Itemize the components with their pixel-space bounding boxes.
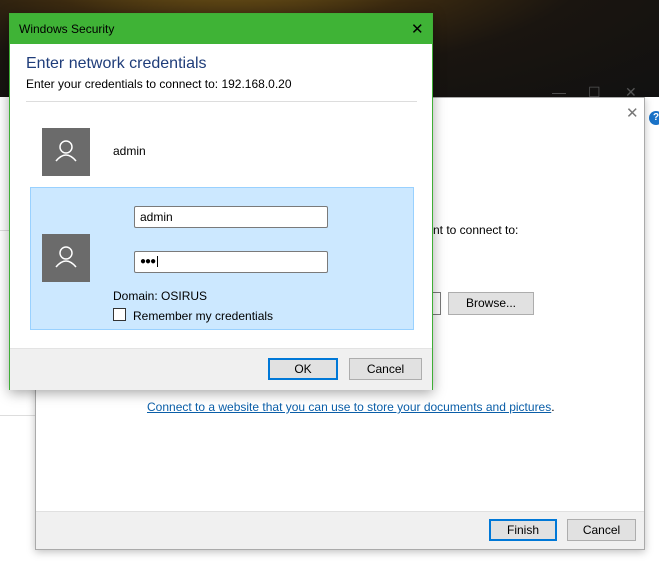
wizard-close-button[interactable]: ✕ — [626, 104, 639, 122]
divider — [26, 101, 417, 102]
dialog-close-button[interactable]: ✕ — [411, 20, 424, 38]
finish-button[interactable]: Finish — [489, 519, 557, 541]
password-input[interactable]: ●●● — [134, 251, 328, 273]
dialog-cancel-button[interactable]: Cancel — [349, 358, 422, 380]
saved-credential-tile[interactable]: admin — [26, 122, 386, 178]
divider — [0, 415, 35, 416]
saved-username: admin — [113, 144, 146, 158]
windows-security-dialog: Windows Security ✕ Enter network credent… — [9, 13, 433, 390]
dialog-title-bar: Windows Security — [10, 14, 432, 44]
help-icon[interactable]: ? — [649, 111, 659, 125]
user-avatar-icon — [42, 128, 90, 176]
ok-button[interactable]: OK — [268, 358, 338, 380]
dialog-footer: OK Cancel — [10, 348, 432, 390]
remember-label[interactable]: Remember my credentials — [133, 309, 273, 323]
dialog-title: Windows Security — [19, 22, 115, 36]
selected-credential-tile: admin ●●● Domain: OSIRUS Remember my cre… — [30, 187, 414, 330]
wizard-instruction-text: nt to connect to: — [433, 223, 519, 237]
dialog-heading: Enter network credentials — [26, 55, 207, 72]
remember-checkbox[interactable] — [113, 308, 126, 321]
username-input[interactable]: admin — [134, 206, 328, 228]
dialog-subheading: Enter your credentials to connect to: 19… — [26, 77, 292, 91]
wizard-footer: Finish Cancel — [36, 511, 644, 549]
connect-website-link[interactable]: Connect to a website that you can use to… — [147, 400, 551, 414]
domain-label: Domain: OSIRUS — [113, 289, 208, 303]
password-mask: ●●● — [140, 256, 156, 267]
browse-button[interactable]: Browse... — [448, 292, 534, 315]
link-suffix: . — [551, 400, 555, 414]
wizard-cancel-button[interactable]: Cancel — [567, 519, 636, 541]
user-avatar-icon — [42, 234, 90, 282]
